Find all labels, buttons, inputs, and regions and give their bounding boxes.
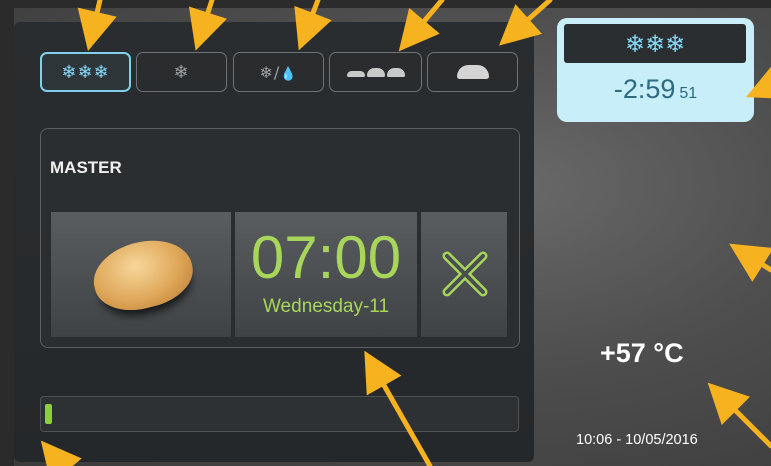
arrow-mode-4 — [398, 0, 445, 52]
arrow-temperature — [707, 382, 771, 449]
arrow-mode-5 — [498, 0, 553, 46]
arrow-background — [729, 243, 771, 282]
arrow-progress — [40, 440, 82, 466]
arrow-mode-1 — [77, 0, 117, 52]
arrow-mode-3 — [294, 0, 332, 51]
arrow-mode-2 — [188, 0, 227, 51]
arrow-status — [746, 62, 771, 100]
arrow-program — [364, 350, 433, 466]
annotation-arrows — [40, 0, 771, 466]
